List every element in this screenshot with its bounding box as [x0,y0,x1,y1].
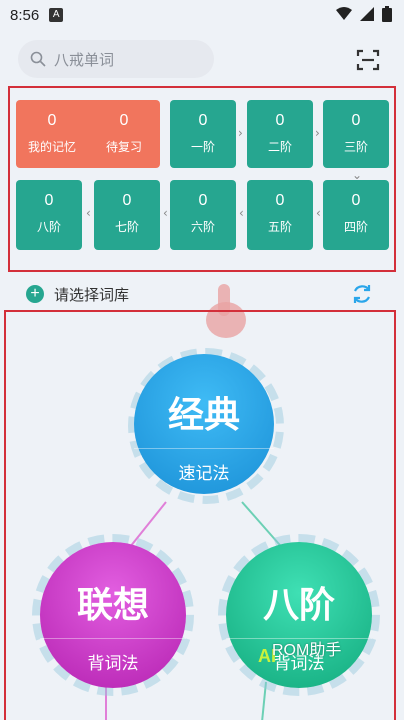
scan-icon[interactable] [356,48,380,72]
my-memory-value: 0 [47,112,57,129]
stage-2-label: 二阶 [267,140,292,154]
my-memory-label: 我的记忆 [27,140,76,154]
status-time: 8:56 [10,6,40,24]
search-icon [30,51,46,67]
my-memory-stat[interactable]: 0 我的记忆 [16,100,88,168]
stage-tile-4[interactable]: 0 四阶 [323,180,389,250]
stage-7-label: 七阶 [114,220,139,234]
memory-tile[interactable]: 0 我的记忆 0 待复习 [16,100,160,168]
stage-4-label: 四阶 [343,220,368,234]
association-sub: 背词法 [87,654,139,674]
association-divider [40,638,186,639]
stage-6-value: 0 [198,192,208,209]
chevron-left-icon: ‹ [239,206,244,220]
stage-1-label: 一阶 [190,140,215,154]
stage-7-value: 0 [122,192,132,209]
stage-tile-6[interactable]: 0 六阶 [170,180,236,250]
stage-6-label: 六阶 [190,220,215,234]
battery-icon [382,6,392,22]
stage-tile-2[interactable]: 0 二阶 [247,100,313,168]
stage-8-value: 0 [44,192,54,209]
stage-tile-7[interactable]: 0 七阶 [94,180,160,250]
wifi-icon [336,7,352,20]
stage-3-value: 0 [351,112,361,129]
stage-3-label: 三阶 [343,140,368,154]
stage-tile-3[interactable]: 0 三阶 [323,100,389,168]
status-bar: 8:56 A [0,0,404,30]
stage-8-label: 八阶 [36,220,61,234]
stage-4-value: 0 [351,192,361,209]
refresh-icon[interactable] [350,282,374,306]
eight-stage-mode-button[interactable]: 八阶 背词法 [226,542,372,688]
watermark-text: ROM助手 [272,642,342,659]
classic-title: 经典 [167,395,240,436]
to-review-value: 0 [119,112,129,129]
stage-2-value: 0 [275,112,285,129]
eight-stage-title: 八阶 [262,585,335,626]
stage-1-value: 0 [198,112,208,129]
association-title: 联想 [76,585,149,626]
classic-mode-button[interactable]: 经典 速记法 [134,354,274,494]
to-review-label: 待复习 [105,140,142,154]
plus-icon: + [26,285,44,303]
association-mode-button[interactable]: 联想 背词法 [40,542,186,688]
select-wordbook-label: 请选择词库 [54,285,130,304]
select-wordbook-row[interactable]: + 请选择词库 [10,280,390,308]
stage-5-label: 五阶 [267,220,292,234]
stats-grid: 0 我的记忆 0 待复习 0 一阶 › 0 二阶 › 0 三阶 ⌄ 0 八阶 ‹… [8,86,396,272]
search-input[interactable]: 八戒单词 [18,40,214,78]
signal-icon [360,7,374,21]
notification-badge: A [49,8,64,22]
chevron-right-icon: › [238,126,243,140]
stage-tile-5[interactable]: 0 五阶 [247,180,313,250]
stage-tile-8[interactable]: 0 八阶 [16,180,82,250]
classic-sub: 速记法 [178,464,230,484]
classic-divider [134,448,274,449]
stage-tile-1[interactable]: 0 一阶 [170,100,236,168]
stage-5-value: 0 [275,192,285,209]
chevron-right-icon: › [315,126,320,140]
search-placeholder: 八戒单词 [54,50,115,69]
chevron-left-icon: ‹ [163,206,168,220]
chevron-left-icon: ‹ [86,206,91,220]
chevron-left-icon: ‹ [316,206,321,220]
status-icons [336,6,392,22]
to-review-stat[interactable]: 0 待复习 [88,100,160,168]
